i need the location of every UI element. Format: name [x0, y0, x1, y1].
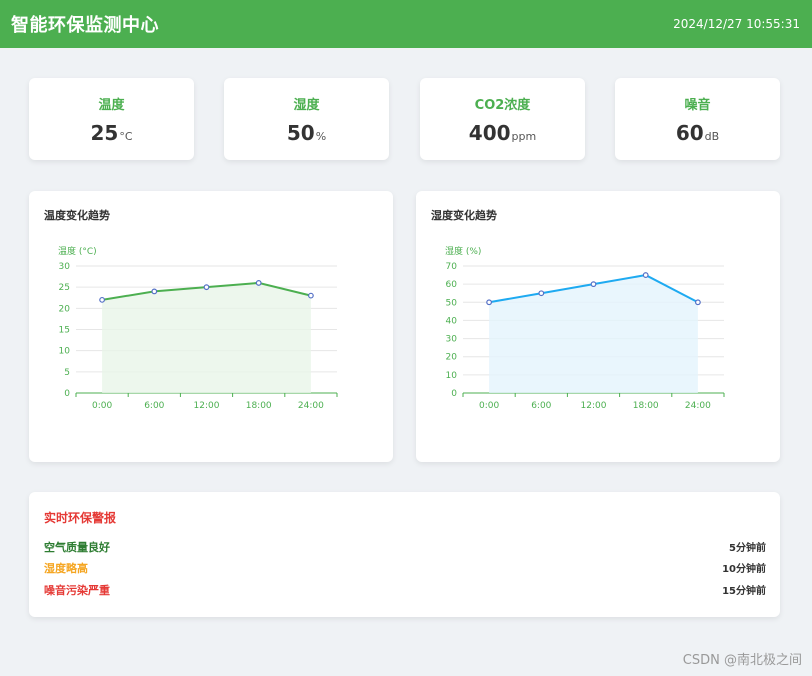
y-tick-label: 0 [451, 389, 457, 399]
stat-unit: % [315, 130, 327, 143]
stat-number: 50 [286, 121, 315, 145]
data-point [151, 288, 158, 295]
y-tick-label: 60 [446, 280, 458, 290]
stat-value: 60dB [615, 121, 780, 145]
data-point [486, 299, 492, 306]
alert-text: 湿度略高 [44, 562, 88, 575]
y-tick-label: 0 [64, 389, 70, 399]
stat-label: 噪音 [684, 98, 711, 113]
x-tick-label: 0:00 [92, 401, 112, 411]
page-title: 智能环保监测中心 [11, 15, 159, 36]
y-tick-label: 70 [446, 262, 458, 272]
y-tick-label: 5 [64, 368, 70, 378]
alert-text: 噪音污染严重 [44, 584, 110, 597]
y-tick-label: 10 [446, 371, 458, 381]
current-time: 2024/12/27 10:55:31 [673, 17, 800, 31]
y-tick-label: 40 [446, 316, 458, 326]
data-point [538, 290, 545, 297]
data-point [308, 292, 314, 299]
x-tick-label: 24:00 [685, 401, 711, 411]
stat-card-noise: 噪音 60dB [615, 78, 780, 160]
alerts-title: 实时环保警报 [44, 511, 117, 525]
stat-label: 温度 [98, 98, 125, 113]
y-tick-label: 50 [446, 298, 458, 308]
temperature-chart-card: 温度变化趋势 温度 (°C) 0 5 10 15 20 25 30 0:00 6:00 12:00 1… [29, 191, 393, 462]
x-tick-label: 6:00 [144, 401, 164, 411]
stat-number: 60 [675, 121, 704, 145]
alert-time: 5分钟前 [729, 543, 766, 554]
x-tick-label: 18:00 [246, 401, 272, 411]
stat-value: 25°C [29, 121, 194, 145]
stat-unit: ppm [511, 130, 537, 143]
y-axis-label: 湿度 (%) [445, 245, 481, 257]
y-tick-label: 15 [59, 326, 70, 336]
stat-label: CO2浓度 [474, 98, 531, 113]
x-tick-label: 0:00 [479, 401, 499, 411]
data-point [695, 299, 701, 306]
alert-item[interactable]: 湿度略高 10分钟前 [44, 560, 766, 576]
y-tick-label: 30 [446, 335, 458, 345]
alert-item[interactable]: 噪音污染严重 15分钟前 [44, 582, 766, 598]
series-area [489, 275, 698, 393]
x-tick-label: 12:00 [581, 401, 607, 411]
data-point [203, 284, 210, 291]
alert-time: 10分钟前 [722, 564, 766, 575]
watermark: CSDN @南北极之间 [682, 653, 802, 668]
stat-number: 25 [90, 121, 119, 145]
humidity-chart-card: 湿度变化趋势 湿度 (%) 0 10 20 30 40 50 60 70 0:00 6:00 12:0… [416, 191, 780, 462]
app-header: 智能环保监测中心 2024/12/27 10:55:31 [0, 0, 812, 48]
x-tick-label: 12:00 [194, 401, 220, 411]
y-tick-label: 30 [59, 262, 71, 272]
series-area [102, 282, 311, 393]
stat-unit: °C [119, 130, 133, 143]
x-tick-label: 18:00 [633, 401, 659, 411]
data-point [642, 272, 649, 278]
x-tick-label: 6:00 [531, 401, 551, 411]
stat-label: 湿度 [293, 98, 320, 113]
y-tick-label: 10 [59, 347, 71, 357]
alert-item[interactable]: 空气质量良好 5分钟前 [44, 539, 766, 555]
alert-text: 空气质量良好 [44, 541, 110, 554]
data-point [99, 296, 105, 303]
stat-card-co2: CO2浓度 400ppm [420, 78, 585, 160]
stat-card-humidity: 湿度 50% [224, 78, 389, 160]
stat-number: 400 [468, 121, 511, 145]
x-tick-label: 24:00 [298, 401, 324, 411]
alerts-panel: 实时环保警报 空气质量良好 5分钟前 湿度略高 10分钟前 噪音污染严重 15分… [29, 492, 780, 617]
alert-time: 15分钟前 [722, 586, 766, 597]
humidity-chart[interactable]: 湿度 (%) 0 10 20 30 40 50 60 70 0:00 6:00 12:00 18:00 2… [416, 191, 780, 462]
y-tick-label: 20 [446, 353, 458, 363]
data-point [255, 280, 262, 286]
y-tick-label: 25 [59, 283, 70, 293]
stat-value: 50% [224, 121, 389, 145]
data-point [590, 281, 597, 288]
stat-unit: dB [704, 130, 720, 143]
y-axis-label: 温度 (°C) [58, 245, 97, 257]
y-tick-label: 20 [59, 304, 71, 314]
temperature-chart[interactable]: 温度 (°C) 0 5 10 15 20 25 30 0:00 6:00 12:00 18:00 24:… [29, 191, 393, 462]
stat-card-temperature: 温度 25°C [29, 78, 194, 160]
stat-value: 400ppm [420, 121, 585, 145]
